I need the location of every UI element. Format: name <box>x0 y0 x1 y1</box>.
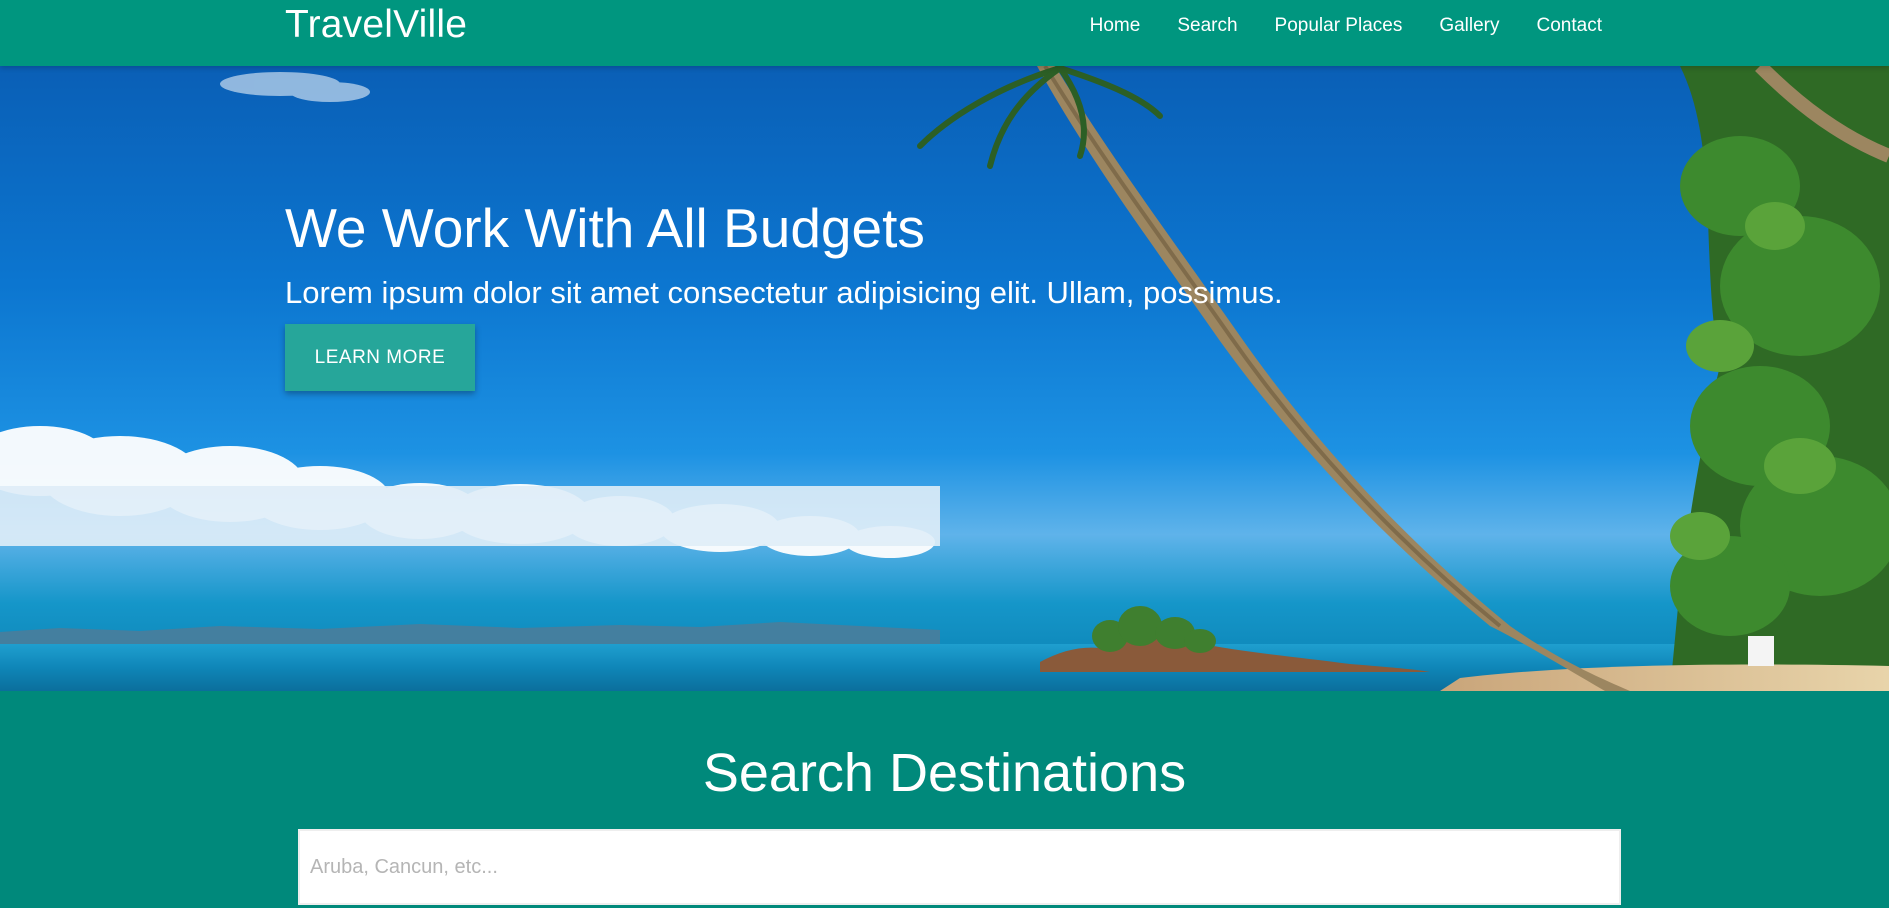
brand-logo[interactable]: TravelVille <box>285 2 467 48</box>
nav-item-contact: Contact <box>1537 15 1602 37</box>
search-title: Search Destinations <box>702 743 1187 803</box>
hero-subtitle: Lorem ipsum dolor sit amet consectetur a… <box>285 275 1283 310</box>
nav-menu: Home Search Popular Places Gallery Conta… <box>1053 0 1602 52</box>
hero-title: We Work With All Budgets <box>285 197 925 259</box>
learn-more-button[interactable]: LEARN MORE <box>285 324 475 391</box>
nav-link-search[interactable]: Search <box>1177 15 1237 36</box>
hero-section: We Work With All Budgets Lorem ipsum dol… <box>0 66 1889 691</box>
search-section: Search Destinations <box>0 691 1889 908</box>
nav-item-gallery: Gallery <box>1439 15 1499 37</box>
nav-link-gallery[interactable]: Gallery <box>1439 15 1499 36</box>
search-input[interactable] <box>298 829 1621 905</box>
nav-item-home: Home <box>1090 15 1141 37</box>
nav-link-home[interactable]: Home <box>1090 15 1141 36</box>
hero-background-image <box>0 66 1889 691</box>
beach-chair-icon <box>1748 636 1774 666</box>
nav-item-popular-places: Popular Places <box>1275 15 1403 37</box>
navbar: TravelVille Home Search Popular Places G… <box>0 0 1889 66</box>
nav-link-contact[interactable]: Contact <box>1537 15 1602 36</box>
nav-item-search: Search <box>1177 15 1237 37</box>
nav-link-popular-places[interactable]: Popular Places <box>1275 15 1403 36</box>
